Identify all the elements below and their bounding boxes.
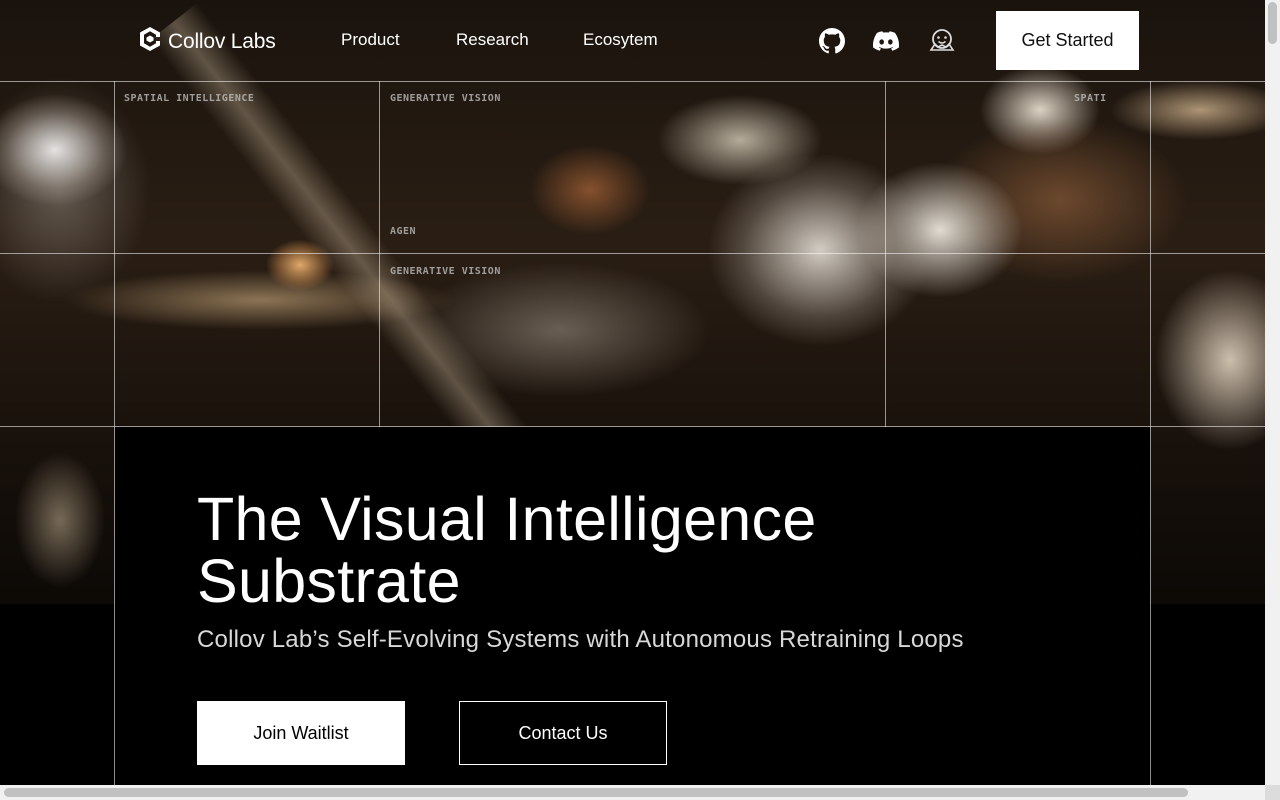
grid-line [379, 81, 380, 427]
contact-us-button[interactable]: Contact Us [459, 701, 667, 765]
nav-link-ecosystem[interactable]: Ecosytem [583, 30, 658, 50]
nav-link-product[interactable]: Product [341, 30, 400, 50]
huggingface-icon[interactable] [928, 27, 956, 55]
horizontal-scrollbar-thumb[interactable] [4, 788, 1188, 797]
nav-link-research[interactable]: Research [456, 30, 529, 50]
brand-logo[interactable]: Collov Labs [138, 26, 276, 57]
hero-subheadline: Collov Lab’s Self-Evolving Systems with … [197, 626, 964, 653]
grid-line [0, 81, 1265, 82]
vertical-scrollbar-thumb[interactable] [1268, 2, 1277, 44]
grid-line [114, 81, 115, 427]
card-border-left [114, 427, 115, 787]
vertical-scrollbar-track[interactable] [1265, 0, 1280, 800]
top-navigation: Collov Labs Product Research Ecosytem Ge… [0, 0, 1265, 81]
grid-tag-spatial-intelligence: SPATIAL INTELLIGENCE [124, 93, 255, 104]
scrollbar-corner [1265, 785, 1280, 800]
grid-tag-generative-vision: GENERATIVE VISION [390, 93, 501, 104]
grid-line [0, 253, 1265, 254]
card-border-right [1150, 427, 1151, 787]
grid-line [1150, 81, 1151, 427]
grid-line [885, 81, 886, 427]
brand-name: Collov Labs [168, 29, 276, 53]
get-started-button[interactable]: Get Started [996, 11, 1139, 70]
collov-hexagon-icon [138, 26, 162, 57]
join-waitlist-button[interactable]: Join Waitlist [197, 701, 405, 765]
grid-tag-spati: SPATI [1074, 93, 1107, 104]
discord-icon[interactable] [872, 27, 900, 55]
github-icon[interactable] [818, 27, 846, 55]
grid-tag-agen: AGEN [390, 226, 417, 237]
grid-tag-generative-vision-2: GENERATIVE VISION [390, 266, 501, 277]
hero-headline: The Visual Intelligence Substrate [197, 485, 817, 615]
